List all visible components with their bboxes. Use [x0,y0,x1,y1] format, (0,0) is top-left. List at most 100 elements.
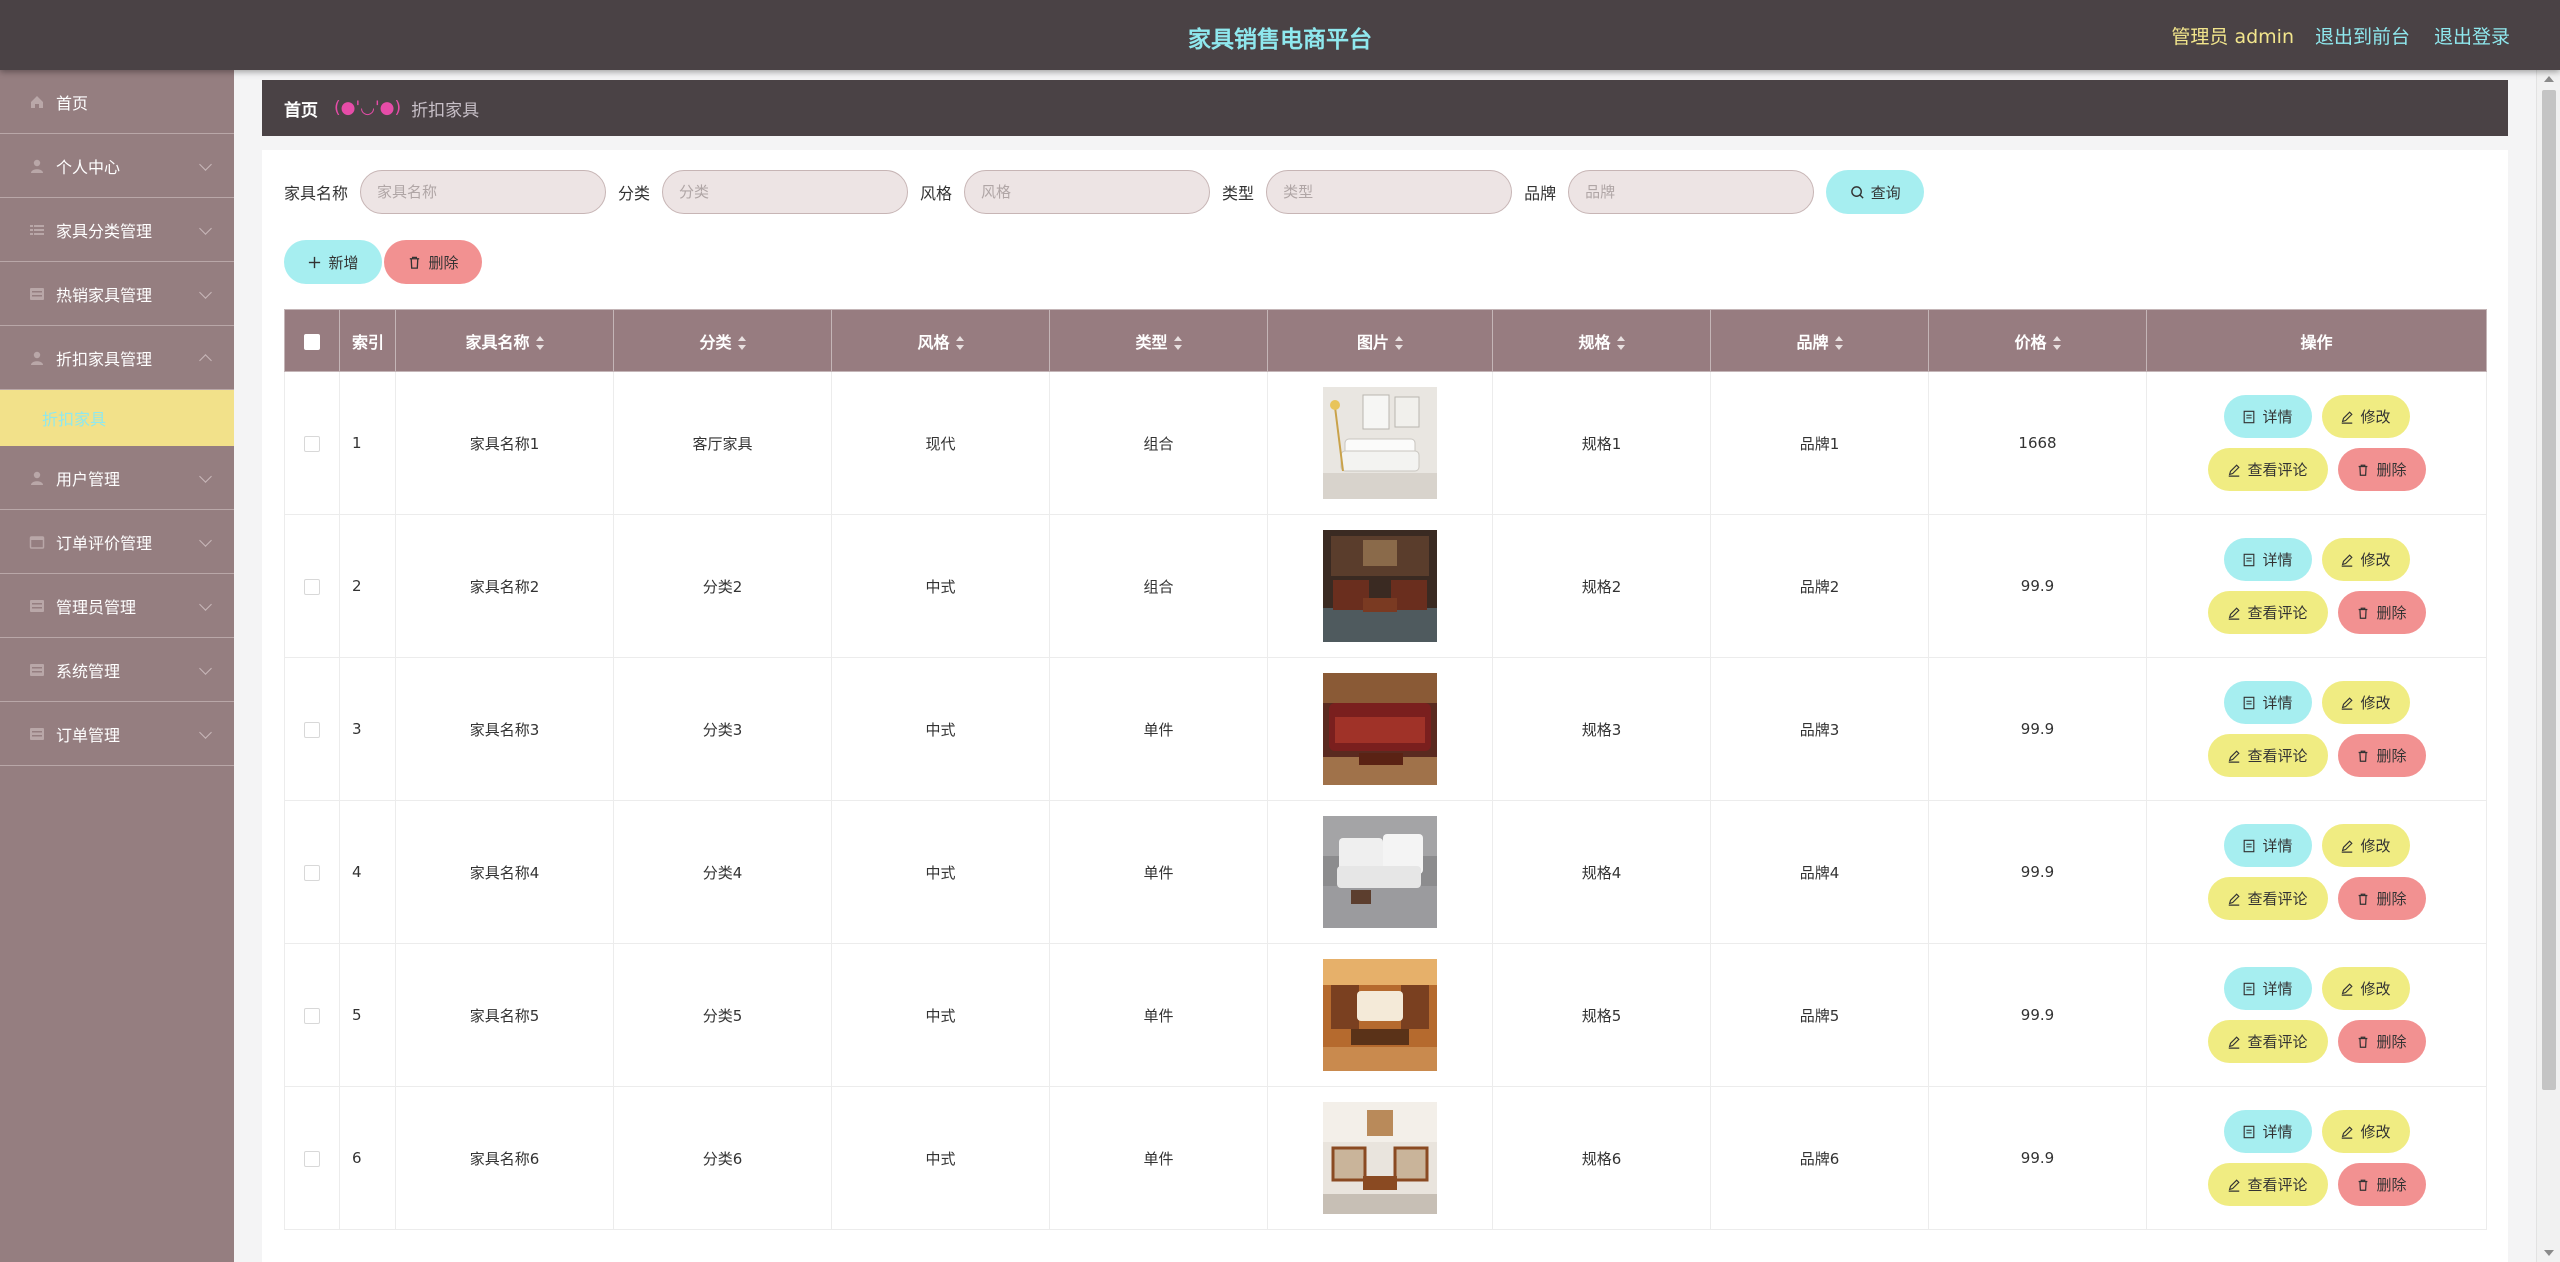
white-armchair-image[interactable] [1323,816,1437,928]
sidebar-item-discount-furniture[interactable]: 折扣家具管理 [0,326,234,390]
sidebar-item-hot-furniture[interactable]: 热销家具管理 [0,262,234,326]
edit-button[interactable]: 修改 [2321,967,2410,1010]
cell-spec: 规格4 [1492,800,1711,944]
white-sofa-image[interactable] [1323,387,1437,499]
chinese-living-room-image[interactable] [1323,530,1437,642]
view-reviews-button[interactable]: 查看评论 [2207,1020,2328,1063]
row-checkbox[interactable] [304,435,320,452]
column-header-category[interactable]: 分类 [613,309,832,372]
logout-link[interactable]: 退出登录 [2434,22,2510,49]
edit-button[interactable]: 修改 [2321,824,2410,867]
column-header-type[interactable]: 类型 [1049,309,1268,372]
sort-icon[interactable] [535,336,544,350]
delete-button[interactable]: 删除 [2337,734,2426,777]
row-select-cell [284,371,340,515]
select-all-checkbox[interactable] [304,333,320,350]
edit-button[interactable]: 修改 [2321,1110,2410,1153]
sidebar-item-user-management[interactable]: 用户管理 [0,446,234,510]
detail-button[interactable]: 详情 [2223,538,2312,581]
search-label-name: 家具名称 [284,184,349,203]
sort-icon[interactable] [1616,336,1625,350]
column-header-image[interactable]: 图片 [1267,309,1493,372]
detail-button[interactable]: 详情 [2223,681,2312,724]
column-header-brand[interactable]: 品牌 [1710,309,1929,372]
column-header-style[interactable]: 风格 [831,309,1050,372]
cell-image [1267,371,1493,515]
sidebar-item-admin-management[interactable]: 管理员管理 [0,574,234,638]
trash-icon [2359,750,2368,762]
home-icon [28,93,46,111]
breadcrumb-home[interactable]: 首页 [284,96,318,121]
detail-button[interactable]: 详情 [2223,824,2312,867]
sidebar-item-personal-center[interactable]: 个人中心 [0,134,234,198]
column-header-price[interactable]: 价格 [1928,309,2147,372]
sidebar-subitem-discount-furniture[interactable]: 折扣家具 [0,390,234,446]
select-all-header [284,309,340,372]
wood-frame-sofa-image[interactable] [1323,1102,1437,1214]
edit-button[interactable]: 修改 [2321,681,2410,724]
sort-icon[interactable] [1834,336,1843,350]
delete-button[interactable]: 删除 [2337,1020,2426,1063]
delete-button[interactable]: 删除 [2337,1163,2426,1206]
sidebar-item-system-management[interactable]: 系统管理 [0,638,234,702]
view-reviews-button[interactable]: 查看评论 [2207,1163,2328,1206]
search-input-brand[interactable] [1568,170,1815,214]
user-icon [28,157,46,175]
edit-button[interactable]: 修改 [2321,395,2410,438]
delete-button[interactable]: 删除 [2337,448,2426,491]
sort-icon[interactable] [2052,336,2061,350]
view-reviews-button[interactable]: 查看评论 [2207,448,2328,491]
row-checkbox[interactable] [304,578,320,595]
row-checkbox[interactable] [304,1007,320,1024]
grid-icon [28,725,46,743]
sort-icon[interactable] [1173,336,1182,350]
search-input-style[interactable] [964,170,1211,214]
view-reviews-button[interactable]: 查看评论 [2207,591,2328,634]
sort-icon[interactable] [737,336,746,350]
edit-button[interactable]: 修改 [2321,538,2410,581]
table-body: 1 家具名称1 客厅家具 现代 组合 规格1 品牌1 1668 详情 修改 查看… [284,371,2487,1230]
cell-category: 分类2 [613,514,832,658]
cell-name: 家具名称5 [395,943,614,1087]
detail-button[interactable]: 详情 [2223,1110,2312,1153]
page-scrollbar[interactable] [2536,70,2560,1262]
detail-button[interactable]: 详情 [2223,967,2312,1010]
detail-button[interactable]: 详情 [2223,395,2312,438]
row-actions: 详情 修改 查看评论 删除 [2147,395,2486,491]
scroll-down-arrow-icon[interactable] [2544,1250,2554,1256]
delete-button[interactable]: 删除 [2337,591,2426,634]
search-input-name[interactable] [360,170,607,214]
table-row: 4 家具名称4 分类4 中式 单件 规格4 品牌4 99.9 详情 修改 查看评… [284,800,2487,944]
scroll-up-arrow-icon[interactable] [2544,76,2554,82]
detail-button-label: 详情 [2262,408,2293,426]
batch-delete-button[interactable]: 删除 [384,240,482,284]
delete-button[interactable]: 删除 [2337,877,2426,920]
search-input-category[interactable] [662,170,909,214]
scrollbar-thumb[interactable] [2542,90,2556,1090]
warm-living-room-image[interactable] [1323,959,1437,1071]
cell-actions: 详情 修改 查看评论 删除 [2146,514,2487,658]
sort-icon[interactable] [955,336,964,350]
row-checkbox[interactable] [304,1150,320,1167]
sidebar-item-home[interactable]: 首页 [0,70,234,134]
cell-name: 家具名称3 [395,657,614,801]
sidebar-item-order-management[interactable]: 订单管理 [0,702,234,766]
cell-name: 家具名称6 [395,1086,614,1230]
sidebar-item-category-management[interactable]: 家具分类管理 [0,198,234,262]
query-button[interactable]: 查询 [1826,170,1925,214]
column-header-spec[interactable]: 规格 [1492,309,1711,372]
red-wood-sofa-image[interactable] [1323,673,1437,785]
row-checkbox[interactable] [304,864,320,881]
sidebar-item-order-review[interactable]: 订单评价管理 [0,510,234,574]
row-checkbox[interactable] [304,721,320,738]
view-reviews-button[interactable]: 查看评论 [2207,877,2328,920]
pencil-icon [2229,606,2241,620]
view-reviews-button[interactable]: 查看评论 [2207,734,2328,777]
view-reviews-button-label: 查看评论 [2247,604,2308,622]
sort-icon[interactable] [1395,336,1403,350]
exit-to-front-link[interactable]: 退出到前台 [2315,22,2410,49]
add-button[interactable]: 新增 [284,240,382,284]
column-header-name[interactable]: 家具名称 [395,309,614,372]
search-input-type[interactable] [1266,170,1513,214]
table-row: 3 家具名称3 分类3 中式 单件 规格3 品牌3 99.9 详情 修改 查看评… [284,657,2487,801]
